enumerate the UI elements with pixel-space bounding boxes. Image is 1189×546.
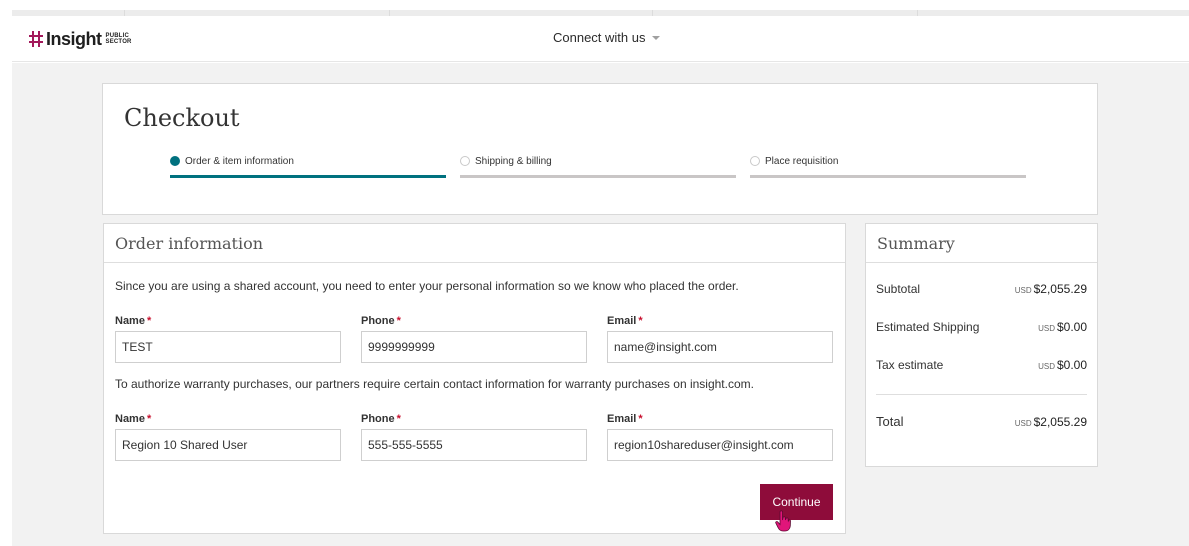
- page-title: Checkout: [124, 104, 240, 132]
- warranty-phone-label-text: Phone: [361, 413, 395, 425]
- warranty-name-field[interactable]: Region 10 Shared User: [115, 429, 341, 461]
- summary-row-shipping: Estimated Shipping USD $0.00: [876, 320, 1087, 334]
- summary-amount: $2,055.29: [1033, 282, 1087, 296]
- total-label: Total: [876, 414, 904, 429]
- step-order-item-information[interactable]: Order & item information: [170, 154, 446, 178]
- currency-code: USD: [1038, 324, 1055, 333]
- summary-card: Summary Subtotal USD $2,055.29 Estimated …: [865, 223, 1098, 467]
- warranty-name-label: Name *: [115, 413, 151, 425]
- step-label: Order & item information: [185, 155, 294, 167]
- step-label: Shipping & billing: [475, 155, 552, 167]
- summary-divider: [876, 394, 1087, 395]
- warranty-email-field[interactable]: region10shareduser@insight.com: [607, 429, 833, 461]
- order-information-title: Order information: [104, 224, 845, 263]
- summary-row-tax: Tax estimate USD $0.00: [876, 358, 1087, 372]
- logo-subtitle-line: SECTOR: [105, 39, 132, 45]
- warranty-name-label-text: Name: [115, 413, 145, 425]
- step-shipping-billing[interactable]: Shipping & billing: [460, 154, 736, 178]
- step-progress-bar: [750, 175, 1026, 178]
- email-label: Email *: [607, 315, 643, 327]
- site-header: Insight PUBLIC SECTOR Connect with us: [12, 16, 1189, 62]
- logo-subtitle: PUBLIC SECTOR: [106, 33, 132, 45]
- warranty-phone-field[interactable]: 555-555-5555: [361, 429, 587, 461]
- summary-amount: $0.00: [1056, 358, 1087, 372]
- required-marker: *: [396, 315, 401, 327]
- currency-code: USD: [1014, 419, 1032, 428]
- logo-wordmark: Insight: [46, 28, 102, 49]
- step-label: Place requisition: [765, 155, 839, 167]
- step-place-requisition[interactable]: Place requisition: [750, 154, 1026, 178]
- insight-hash-icon: [29, 31, 43, 47]
- name-field[interactable]: TEST: [115, 331, 341, 363]
- insight-logo[interactable]: Insight PUBLIC SECTOR: [29, 26, 132, 52]
- connect-label: Connect with us: [553, 30, 646, 45]
- chevron-down-icon: [651, 35, 660, 40]
- total-amount: $2,055.29: [1033, 415, 1087, 429]
- phone-label: Phone *: [361, 315, 401, 327]
- step-dot-icon: [750, 156, 760, 166]
- connect-with-us-menu[interactable]: Connect with us: [553, 30, 660, 45]
- step-progress-bar: [460, 175, 736, 178]
- shared-account-note: Since you are using a shared account, yo…: [115, 279, 739, 293]
- summary-label: Subtotal: [876, 282, 921, 296]
- summary-label: Tax estimate: [876, 358, 944, 372]
- required-marker: *: [146, 413, 152, 425]
- required-marker: *: [146, 315, 152, 327]
- required-marker: *: [638, 413, 643, 425]
- email-field[interactable]: name@insight.com: [607, 331, 833, 363]
- warranty-phone-label: Phone *: [361, 413, 401, 425]
- step-dot-icon: [460, 156, 470, 166]
- hand-cursor-icon: [775, 510, 791, 532]
- summary-row-total: Total USD $2,055.29: [876, 414, 1087, 429]
- currency-code: USD: [1038, 362, 1055, 371]
- continue-button[interactable]: Continue: [760, 484, 833, 520]
- name-label: Name *: [115, 315, 151, 327]
- step-progress-bar: [170, 175, 446, 178]
- phone-field[interactable]: 9999999999: [361, 331, 587, 363]
- warranty-email-label-text: Email: [607, 413, 637, 425]
- warranty-email-label: Email *: [607, 413, 643, 425]
- order-information-card: Order information Since you are using a …: [103, 223, 846, 534]
- name-label-text: Name: [115, 315, 145, 327]
- currency-code: USD: [1014, 286, 1032, 295]
- phone-label-text: Phone: [361, 315, 395, 327]
- summary-amount: $0.00: [1056, 320, 1087, 334]
- summary-row-subtotal: Subtotal USD $2,055.29: [876, 282, 1087, 296]
- checkout-card: Checkout Order & item information Shippi…: [102, 83, 1098, 215]
- warranty-note: To authorize warranty purchases, our par…: [115, 377, 754, 391]
- required-marker: *: [638, 315, 643, 327]
- summary-title: Summary: [866, 224, 1097, 263]
- email-label-text: Email: [607, 315, 637, 327]
- step-dot-icon: [170, 156, 180, 166]
- required-marker: *: [396, 413, 401, 425]
- summary-label: Estimated Shipping: [876, 320, 980, 334]
